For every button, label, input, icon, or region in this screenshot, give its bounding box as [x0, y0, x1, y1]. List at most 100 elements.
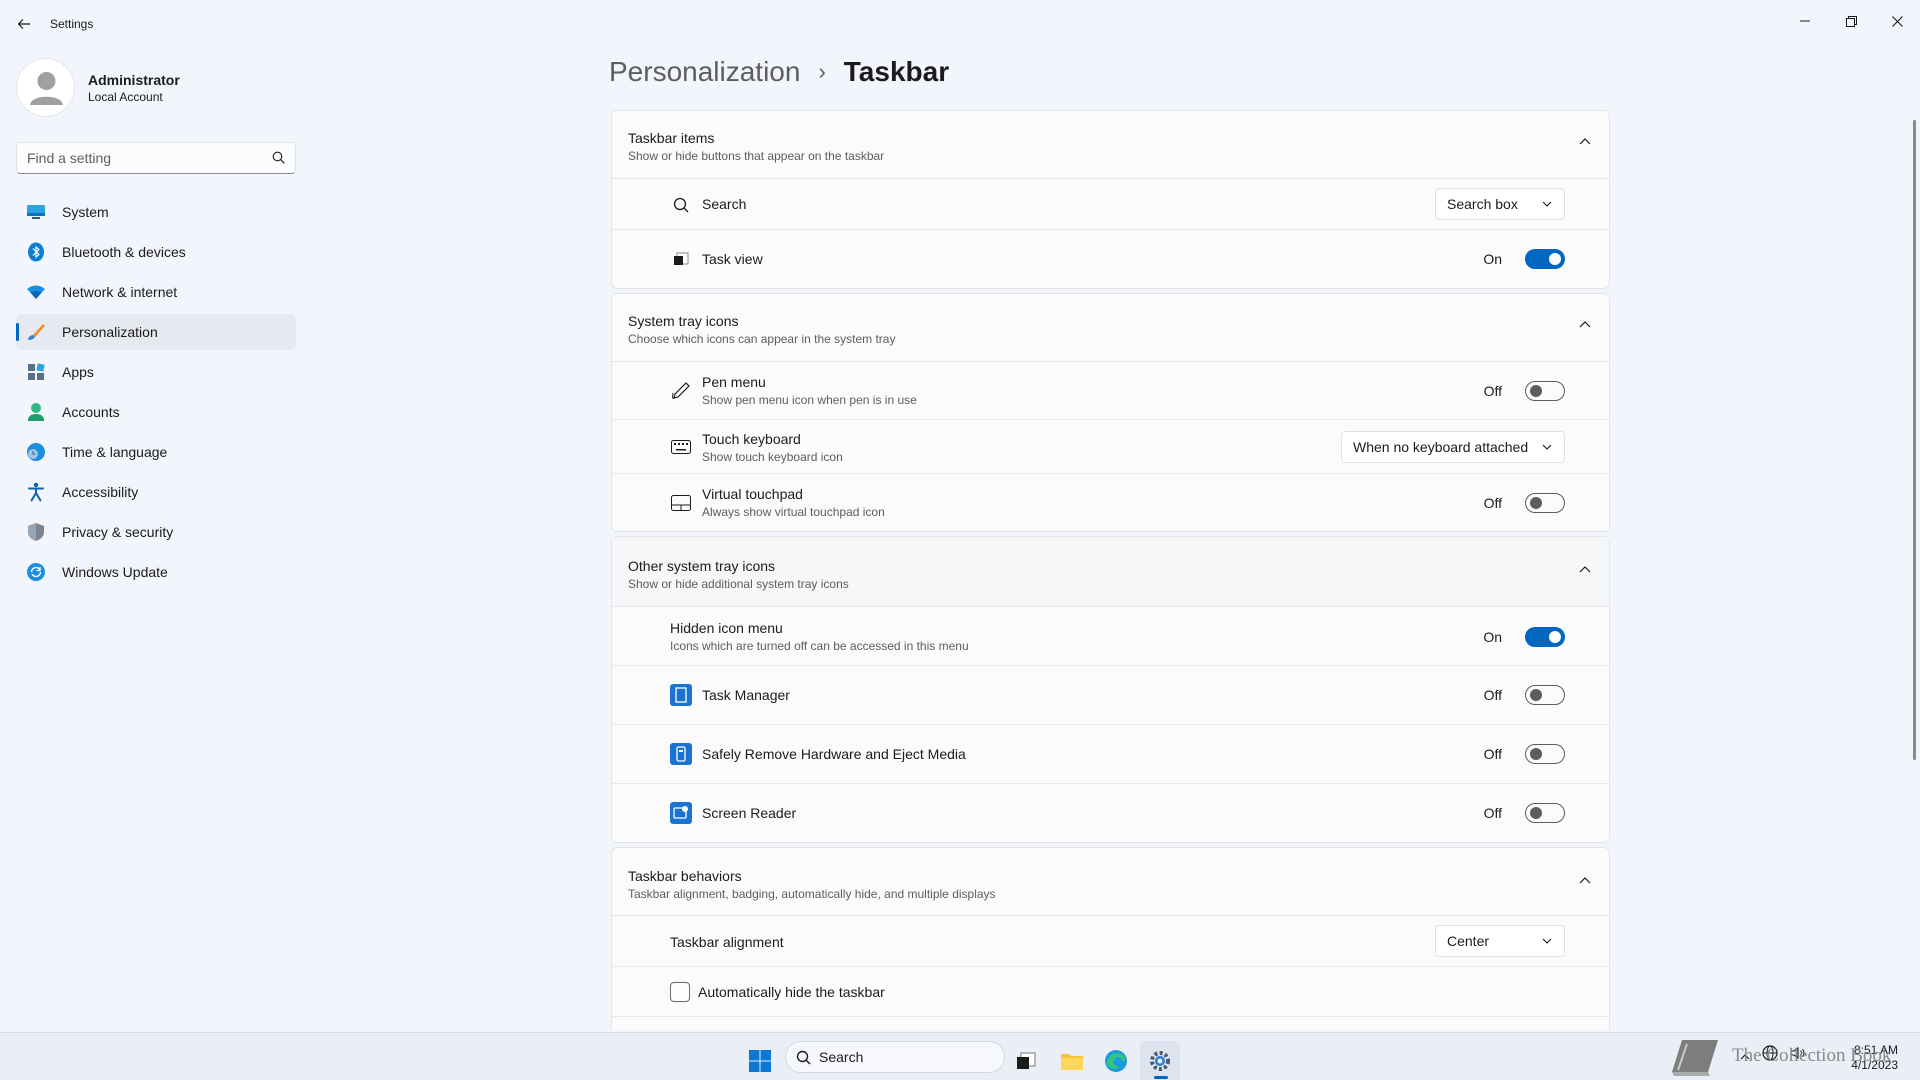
- safely-remove-toggle[interactable]: [1525, 744, 1565, 764]
- screen-reader-row: Screen Reader Off: [612, 784, 1609, 842]
- scrollbar[interactable]: [1913, 120, 1916, 760]
- bluetooth-icon: [26, 242, 46, 262]
- back-button[interactable]: [12, 12, 36, 36]
- settings-taskbar-button[interactable]: [1140, 1041, 1180, 1080]
- sidebar-item-network[interactable]: Network & internet: [16, 274, 296, 310]
- hidden-icon-menu-toggle[interactable]: [1525, 627, 1565, 647]
- task-view-toggle[interactable]: [1525, 249, 1565, 269]
- pen-menu-label: Pen menu: [702, 374, 766, 390]
- task-manager-row: Task Manager Off: [612, 666, 1609, 725]
- shield-icon: [26, 522, 46, 542]
- hidden-icon-menu-description: Icons which are turned off can be access…: [670, 639, 969, 653]
- taskbar-search-label: Search: [819, 1049, 864, 1065]
- search-input[interactable]: [27, 150, 257, 166]
- wifi-icon: [26, 282, 46, 302]
- taskbar-items-header[interactable]: Taskbar items Show or hide buttons that …: [612, 111, 1609, 179]
- pen-icon: [670, 380, 692, 402]
- touch-keyboard-dropdown[interactable]: When no keyboard attached: [1341, 431, 1565, 463]
- auto-hide-checkbox[interactable]: [670, 982, 690, 1002]
- folder-icon: [1061, 1054, 1083, 1070]
- search-icon[interactable]: [272, 151, 285, 169]
- person-avatar-icon: [30, 72, 63, 105]
- title-bar: Settings: [0, 0, 1920, 48]
- brush-icon: [26, 322, 46, 342]
- group-subtitle: Taskbar alignment, badging, automaticall…: [628, 887, 996, 901]
- toggle-state-label: Off: [1483, 687, 1502, 703]
- close-icon: [1891, 15, 1903, 27]
- auto-hide-label: Automatically hide the taskbar: [698, 984, 885, 1000]
- sidebar-item-bluetooth[interactable]: Bluetooth & devices: [16, 234, 296, 270]
- virtual-touchpad-toggle[interactable]: [1525, 493, 1565, 513]
- taskbar-behaviors-header[interactable]: Taskbar behaviors Taskbar alignment, bad…: [612, 848, 1609, 916]
- taskbar-alignment-dropdown[interactable]: Center: [1435, 925, 1565, 957]
- sidebar-item-accounts[interactable]: Accounts: [16, 394, 296, 430]
- start-button[interactable]: [740, 1041, 780, 1080]
- toggle-state-label: On: [1483, 251, 1502, 267]
- screen-reader-toggle[interactable]: [1525, 803, 1565, 823]
- task-view-icon: [1017, 1052, 1036, 1069]
- group-title: Taskbar behaviors: [628, 868, 742, 884]
- sidebar-nav: System Bluetooth & devices Network & int…: [16, 194, 296, 594]
- task-view-row: Task view On: [612, 230, 1609, 288]
- gear-icon: [1150, 1051, 1170, 1071]
- book-logo-icon: [1672, 1040, 1718, 1076]
- keyboard-icon: [670, 436, 692, 458]
- chevron-down-icon: [1542, 201, 1552, 207]
- touch-keyboard-description: Show touch keyboard icon: [702, 450, 843, 464]
- toggle-state-label: Off: [1483, 495, 1502, 511]
- pen-menu-description: Show pen menu icon when pen is in use: [702, 393, 917, 407]
- user-profile[interactable]: Administrator Local Account: [16, 58, 296, 118]
- chevron-up-icon: [1579, 138, 1591, 145]
- other-tray-header[interactable]: Other system tray icons Show or hide add…: [612, 537, 1609, 607]
- touch-keyboard-label: Touch keyboard: [702, 431, 801, 447]
- group-title: Other system tray icons: [628, 558, 776, 574]
- account-type: Local Account: [88, 90, 163, 104]
- chevron-down-icon: [1542, 938, 1552, 944]
- taskbar-alignment-label: Taskbar alignment: [670, 934, 784, 950]
- dropdown-value: When no keyboard attached: [1353, 439, 1529, 455]
- file-explorer-button[interactable]: [1052, 1041, 1092, 1080]
- settings-search[interactable]: [16, 142, 296, 174]
- taskbar-search[interactable]: Search: [785, 1041, 1005, 1073]
- task-manager-toggle[interactable]: [1525, 685, 1565, 705]
- minimize-icon: [1800, 20, 1810, 22]
- breadcrumb-separator-icon: ›: [818, 59, 826, 84]
- system-tray-header[interactable]: System tray icons Choose which icons can…: [612, 294, 1609, 362]
- sidebar-item-privacy[interactable]: Privacy & security: [16, 514, 296, 550]
- search-icon: [796, 1050, 811, 1064]
- task-manager-label: Task Manager: [702, 687, 790, 703]
- pen-menu-toggle[interactable]: [1525, 381, 1565, 401]
- system-tray-group: System tray icons Choose which icons can…: [611, 293, 1610, 532]
- windows-logo-icon: [749, 1050, 771, 1072]
- globe-clock-icon: [26, 442, 46, 462]
- task-manager-icon: [670, 684, 692, 706]
- chevron-up-icon: [1579, 321, 1591, 328]
- update-icon: [26, 562, 46, 582]
- sidebar-item-apps[interactable]: Apps: [16, 354, 296, 390]
- taskbar-behaviors-group: Taskbar behaviors Taskbar alignment, bad…: [611, 847, 1610, 1030]
- breadcrumb-parent[interactable]: Personalization: [609, 56, 800, 88]
- usb-drive-icon: [670, 743, 692, 765]
- toggle-state-label: On: [1483, 629, 1502, 645]
- hidden-icon-menu-label: Hidden icon menu: [670, 620, 783, 636]
- taskbar-alignment-row: Taskbar alignment Center: [612, 916, 1609, 967]
- restore-button[interactable]: [1828, 6, 1874, 36]
- auto-hide-row: Automatically hide the taskbar: [612, 967, 1609, 1017]
- taskbar-items-group: Taskbar items Show or hide buttons that …: [611, 110, 1610, 289]
- search-mode-dropdown[interactable]: Search box: [1435, 188, 1565, 220]
- search-row: Search Search box: [612, 179, 1609, 230]
- virtual-touchpad-row: Virtual touchpad Always show virtual tou…: [612, 474, 1609, 531]
- sidebar-item-personalization[interactable]: Personalization: [16, 314, 296, 350]
- app-title: Settings: [50, 17, 94, 31]
- watermark: The Collection Book: [1668, 1034, 1918, 1078]
- virtual-touchpad-label: Virtual touchpad: [702, 486, 803, 502]
- sidebar-item-system[interactable]: System: [16, 194, 296, 230]
- minimize-button[interactable]: [1782, 6, 1828, 36]
- sidebar-item-accessibility[interactable]: Accessibility: [16, 474, 296, 510]
- hidden-icon-menu-row: Hidden icon menu Icons which are turned …: [612, 607, 1609, 666]
- task-view-button[interactable]: [1006, 1041, 1046, 1080]
- close-button[interactable]: [1874, 6, 1920, 36]
- sidebar-item-time-language[interactable]: Time & language: [16, 434, 296, 470]
- edge-button[interactable]: [1096, 1041, 1136, 1080]
- sidebar-item-windows-update[interactable]: Windows Update: [16, 554, 296, 590]
